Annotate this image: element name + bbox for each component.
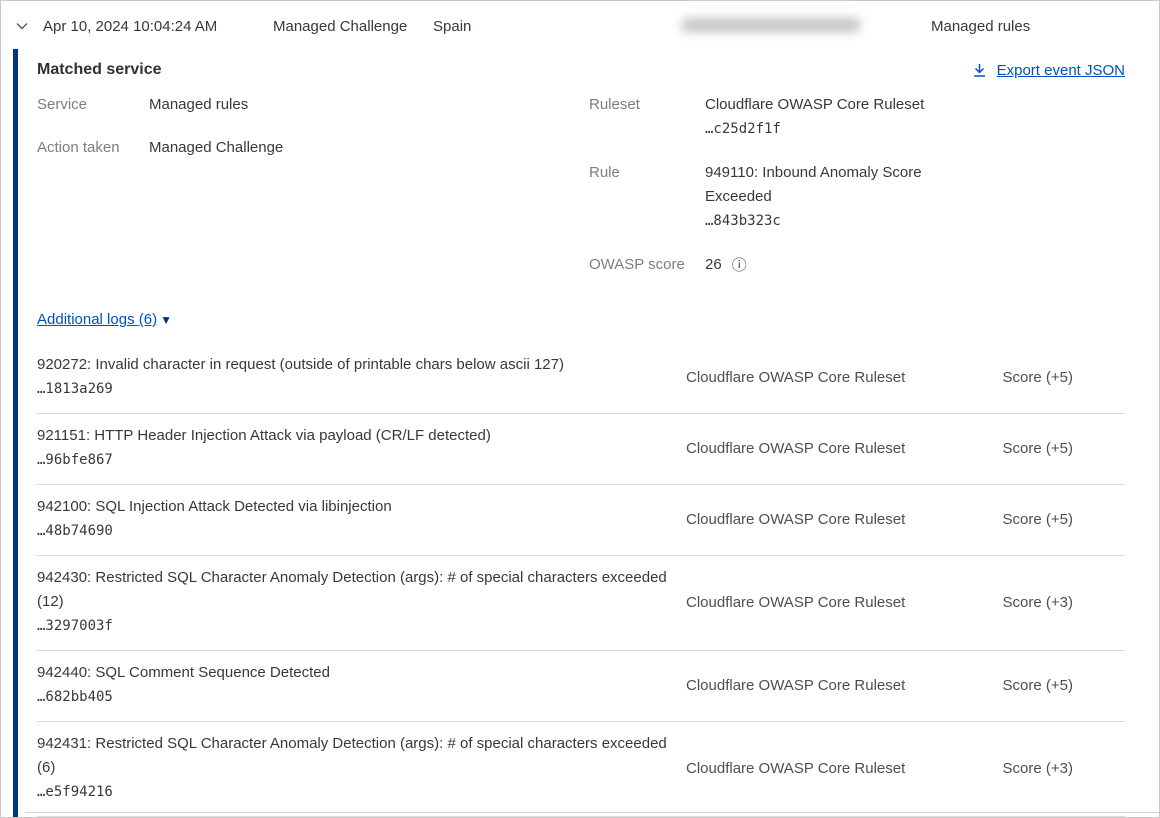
log-score: Score (+5) xyxy=(1003,511,1125,528)
log-rule-id: …48b74690 xyxy=(37,523,113,539)
log-ruleset: Cloudflare OWASP Core Ruleset xyxy=(686,760,926,777)
log-rule-description: 942100: SQL Injection Attack Detected vi… xyxy=(37,498,392,515)
rule-field: Rule 949110: Inbound Anomaly Score Excee… xyxy=(589,161,1125,233)
log-rule-id: …1813a269 xyxy=(37,381,113,397)
action-taken-field: Action taken Managed Challenge xyxy=(37,136,589,160)
log-rule-description: 942430: Restricted SQL Character Anomaly… xyxy=(37,569,667,610)
matched-service-panel: Matched service Export event JSON Servic… xyxy=(18,49,1159,817)
log-ruleset: Cloudflare OWASP Core Ruleset xyxy=(686,677,926,694)
owasp-score-field: OWASP score 26 ⓘ xyxy=(589,253,1125,277)
security-event-expanded-row: Apr 10, 2024 10:04:24 AM Managed Challen… xyxy=(0,0,1160,818)
additional-logs-toggle[interactable]: Additional logs (6) xyxy=(37,311,157,328)
log-row: 942430: Restricted SQL Character Anomaly… xyxy=(37,556,1125,651)
next-row-divider xyxy=(25,812,1159,813)
info-icon[interactable]: ⓘ xyxy=(732,258,747,273)
rule-id: …843b323c xyxy=(705,213,781,229)
log-rule-description: 921151: HTTP Header Injection Attack via… xyxy=(37,427,491,444)
ruleset-field: Ruleset Cloudflare OWASP Core Ruleset …c… xyxy=(589,93,1125,141)
export-event-json-label: Export event JSON xyxy=(997,62,1125,79)
log-score: Score (+3) xyxy=(1003,594,1125,611)
log-score: Score (+5) xyxy=(1003,440,1125,457)
log-rule-description: 942440: SQL Comment Sequence Detected xyxy=(37,664,330,681)
service-field: Service Managed rules xyxy=(37,93,589,117)
log-rule-id: …682bb405 xyxy=(37,689,113,705)
ruleset-label: Ruleset xyxy=(589,93,705,141)
download-icon xyxy=(971,62,988,79)
event-timestamp: Apr 10, 2024 10:04:24 AM xyxy=(43,18,217,35)
owasp-score-value: 26 xyxy=(705,253,722,277)
event-action-taken: Managed Challenge xyxy=(273,18,407,35)
action-taken-label: Action taken xyxy=(37,136,149,160)
service-value: Managed rules xyxy=(149,93,248,117)
event-service: Managed rules xyxy=(931,18,1030,35)
log-ruleset: Cloudflare OWASP Core Ruleset xyxy=(686,369,926,386)
event-summary-row[interactable]: Apr 10, 2024 10:04:24 AM Managed Challen… xyxy=(1,1,1159,49)
export-event-json-link[interactable]: Export event JSON xyxy=(971,62,1125,79)
log-row: 942100: SQL Injection Attack Detected vi… xyxy=(37,485,1125,556)
log-rule-description: 942431: Restricted SQL Character Anomaly… xyxy=(37,735,667,776)
additional-logs-table: 920272: Invalid character in request (ou… xyxy=(37,343,1125,817)
log-score: Score (+3) xyxy=(1003,760,1125,777)
log-rule-description: 920272: Invalid character in request (ou… xyxy=(37,356,564,373)
rule-label: Rule xyxy=(589,161,705,233)
log-ruleset: Cloudflare OWASP Core Ruleset xyxy=(686,511,926,528)
ruleset-id: …c25d2f1f xyxy=(705,121,781,137)
owasp-score-label: OWASP score xyxy=(589,253,705,277)
log-row: 942440: SQL Comment Sequence Detected …6… xyxy=(37,651,1125,722)
rule-value: 949110: Inbound Anomaly Score Exceeded xyxy=(705,164,922,205)
event-country: Spain xyxy=(433,18,471,35)
redacted-hostname-blur xyxy=(681,18,861,32)
collapse-chevron-icon[interactable] xyxy=(14,18,30,34)
ruleset-value: Cloudflare OWASP Core Ruleset xyxy=(705,96,924,113)
matched-service-details: Service Managed rules Action taken Manag… xyxy=(37,93,1125,297)
service-label: Service xyxy=(37,93,149,117)
log-row: 942431: Restricted SQL Character Anomaly… xyxy=(37,722,1125,817)
log-score: Score (+5) xyxy=(1003,369,1125,386)
action-taken-value: Managed Challenge xyxy=(149,136,283,160)
caret-down-icon[interactable]: ▼ xyxy=(160,313,172,327)
additional-logs-label: Additional logs (6) xyxy=(37,311,157,328)
panel-title: Matched service xyxy=(37,61,162,79)
log-row: 921151: HTTP Header Injection Attack via… xyxy=(37,414,1125,485)
log-score: Score (+5) xyxy=(1003,677,1125,694)
log-ruleset: Cloudflare OWASP Core Ruleset xyxy=(686,440,926,457)
log-rule-id: …e5f94216 xyxy=(37,784,113,800)
log-ruleset: Cloudflare OWASP Core Ruleset xyxy=(686,594,926,611)
log-rule-id: …3297003f xyxy=(37,618,113,634)
log-row: 920272: Invalid character in request (ou… xyxy=(37,343,1125,414)
log-rule-id: …96bfe867 xyxy=(37,452,113,468)
